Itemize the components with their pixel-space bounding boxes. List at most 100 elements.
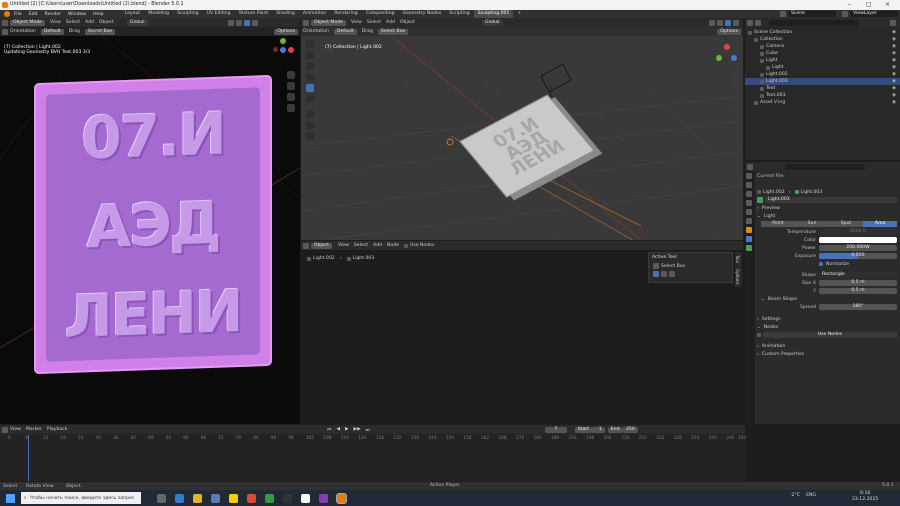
timeline-menu-marker[interactable]: Marker [26,427,42,432]
properties-type-icon[interactable] [747,163,753,170]
store-icon[interactable] [211,493,220,503]
right-drag-dropdown[interactable]: Select Box [377,28,409,35]
play-icon[interactable]: ▶ [345,427,349,432]
right-options-button[interactable]: Options [717,28,741,35]
camera-view-icon[interactable] [287,93,295,101]
properties-editor[interactable]: Current File Light.002 › Light.003 Light… [745,162,900,424]
jump-end-icon[interactable]: ⏭ [366,427,370,433]
view-layer-tab-icon[interactable] [746,200,752,206]
add-workspace-button[interactable]: + [513,10,525,18]
preview-section[interactable]: › Preview [757,204,897,212]
scale-tool-icon[interactable] [306,84,314,92]
left-navigation-gizmo[interactable] [272,38,296,62]
clock[interactable]: 6:16 23.12.2025 [852,491,878,503]
gizmo-x-icon-right[interactable] [724,44,730,50]
light-type-spot[interactable]: Spot [829,221,863,227]
right-menu-add[interactable]: Add [386,20,395,25]
material-preview-icon-right[interactable] [725,19,731,26]
tab-scripting[interactable]: Scripting [445,10,473,18]
measure-tool-icon[interactable] [306,121,314,129]
move-tool-icon[interactable] [306,62,314,70]
light-type-point[interactable]: Point [761,221,795,227]
power-field[interactable]: 200.000W [819,245,897,251]
scene-selector[interactable]: Scene [780,11,836,17]
gizmo-y-icon[interactable] [280,38,286,44]
beam-shape-section[interactable]: ⌄ Beam Shape [761,295,897,303]
outliner-row[interactable]: Asset V.ing ◉ [745,99,900,106]
outliner-row[interactable]: Light ◉ [745,64,900,71]
start-field[interactable]: 1 [590,426,605,433]
output-tab-icon[interactable] [746,191,752,197]
outliner-row[interactable]: Scene Collection ◉ [745,29,900,36]
visibility-eye-icon[interactable]: ◉ [892,86,896,91]
pan-hand-icon[interactable] [287,82,295,90]
jump-start-icon[interactable]: ⏮ [327,427,331,433]
menu-window[interactable]: Window [68,12,86,17]
right-navigation-gizmo[interactable] [715,44,739,68]
gizmo-z-icon-right[interactable] [731,55,737,61]
visibility-eye-icon[interactable]: ◉ [892,51,896,56]
visibility-eye-icon[interactable]: ◉ [892,93,896,98]
timeline-menu-view[interactable]: View [10,427,21,432]
node-type-dropdown[interactable]: Object [311,242,332,249]
right-menu-object[interactable]: Object [400,20,415,25]
outliner-row[interactable]: Text ◉ [745,85,900,92]
size-y-field[interactable]: 0.5 m [819,288,897,294]
perspective-toggle-icon-right[interactable] [731,104,739,112]
light-section[interactable]: ⌄ Light [757,212,897,220]
visibility-eye-icon[interactable]: ◉ [892,79,896,84]
tab-modeling[interactable]: Modeling [144,10,173,18]
shape-dropdown[interactable]: Rectangle [819,272,897,278]
visibility-eye-icon[interactable]: ◉ [892,65,896,70]
current-frame-field[interactable]: 7 [544,426,567,433]
tweak-tool-icon[interactable] [306,40,314,48]
use-nodes-checkbox[interactable] [403,243,408,248]
use-nodes-label[interactable]: Use Nodes [410,243,434,248]
gizmo-x-icon[interactable] [288,47,294,53]
node-editor-type-icon[interactable] [303,242,309,249]
poster-frame[interactable]: 07.И АЭД ЛЕНИ [36,76,270,373]
right-orientation-dropdown[interactable]: Default [333,28,357,35]
left-3d-viewport[interactable]: Object Mode View Select Add Object Globa… [0,18,300,424]
outliner-search-input[interactable] [769,19,859,26]
chrome-icon[interactable] [265,493,274,503]
physics-tab-icon[interactable] [746,236,752,242]
blender-menu-icon[interactable] [4,11,10,17]
view-layer-name[interactable]: ViewLayer [850,11,898,17]
pan-hand-icon-right[interactable] [731,82,739,90]
node-editor[interactable]: Object View Select Add Node Use Nodes Li… [301,241,743,424]
render-tab-icon[interactable] [746,182,752,188]
node-menu-node[interactable]: Node [387,243,399,248]
datablock-name[interactable]: Light.003 [765,197,897,203]
node-menu-select[interactable]: Select [354,243,368,248]
tab-uv-editing[interactable]: UV Editing [203,10,235,18]
mode-extend-icon[interactable] [661,271,667,277]
size-x-field[interactable]: 0.5 m [819,280,897,286]
tab-sculpting[interactable]: Sculpting [173,10,202,18]
outliner-row[interactable]: Light.003 ◉ [745,78,900,85]
scene-tab-icon[interactable] [746,209,752,215]
timeline[interactable]: View Marker Playback ⏮ ◀ ▶ ▶▶ ⏭ 7 Start … [0,425,746,481]
color-swatch[interactable] [819,237,897,243]
menu-edit[interactable]: Edit [29,12,38,17]
gizmo-y-icon-right[interactable] [716,55,722,61]
outliner-row[interactable]: Light ◉ [745,57,900,64]
scene-name[interactable]: Scene [788,11,836,17]
display-mode-icon[interactable] [755,19,761,26]
cursor-tool-icon[interactable] [306,51,314,59]
view-layer-selector[interactable]: ViewLayer [842,11,898,17]
tab-tool[interactable]: Tool [735,252,740,266]
yandex-browser-icon[interactable] [229,493,238,503]
explorer-icon[interactable] [193,493,202,503]
node-menu-view[interactable]: View [338,243,349,248]
maximize-icon[interactable]: □ [866,1,872,8]
end-field[interactable]: 250 [621,426,638,433]
outliner-row[interactable]: Camera ◉ [745,43,900,50]
visibility-eye-icon[interactable]: ◉ [892,30,896,35]
visibility-eye-icon[interactable]: ◉ [892,100,896,105]
temperature-field[interactable]: 6500 K [819,229,897,235]
visibility-eye-icon[interactable]: ◉ [892,44,896,49]
annotate-tool-icon[interactable] [306,110,314,118]
spread-field[interactable]: 180° [819,304,897,310]
wireframe-icon-right[interactable] [709,19,715,26]
